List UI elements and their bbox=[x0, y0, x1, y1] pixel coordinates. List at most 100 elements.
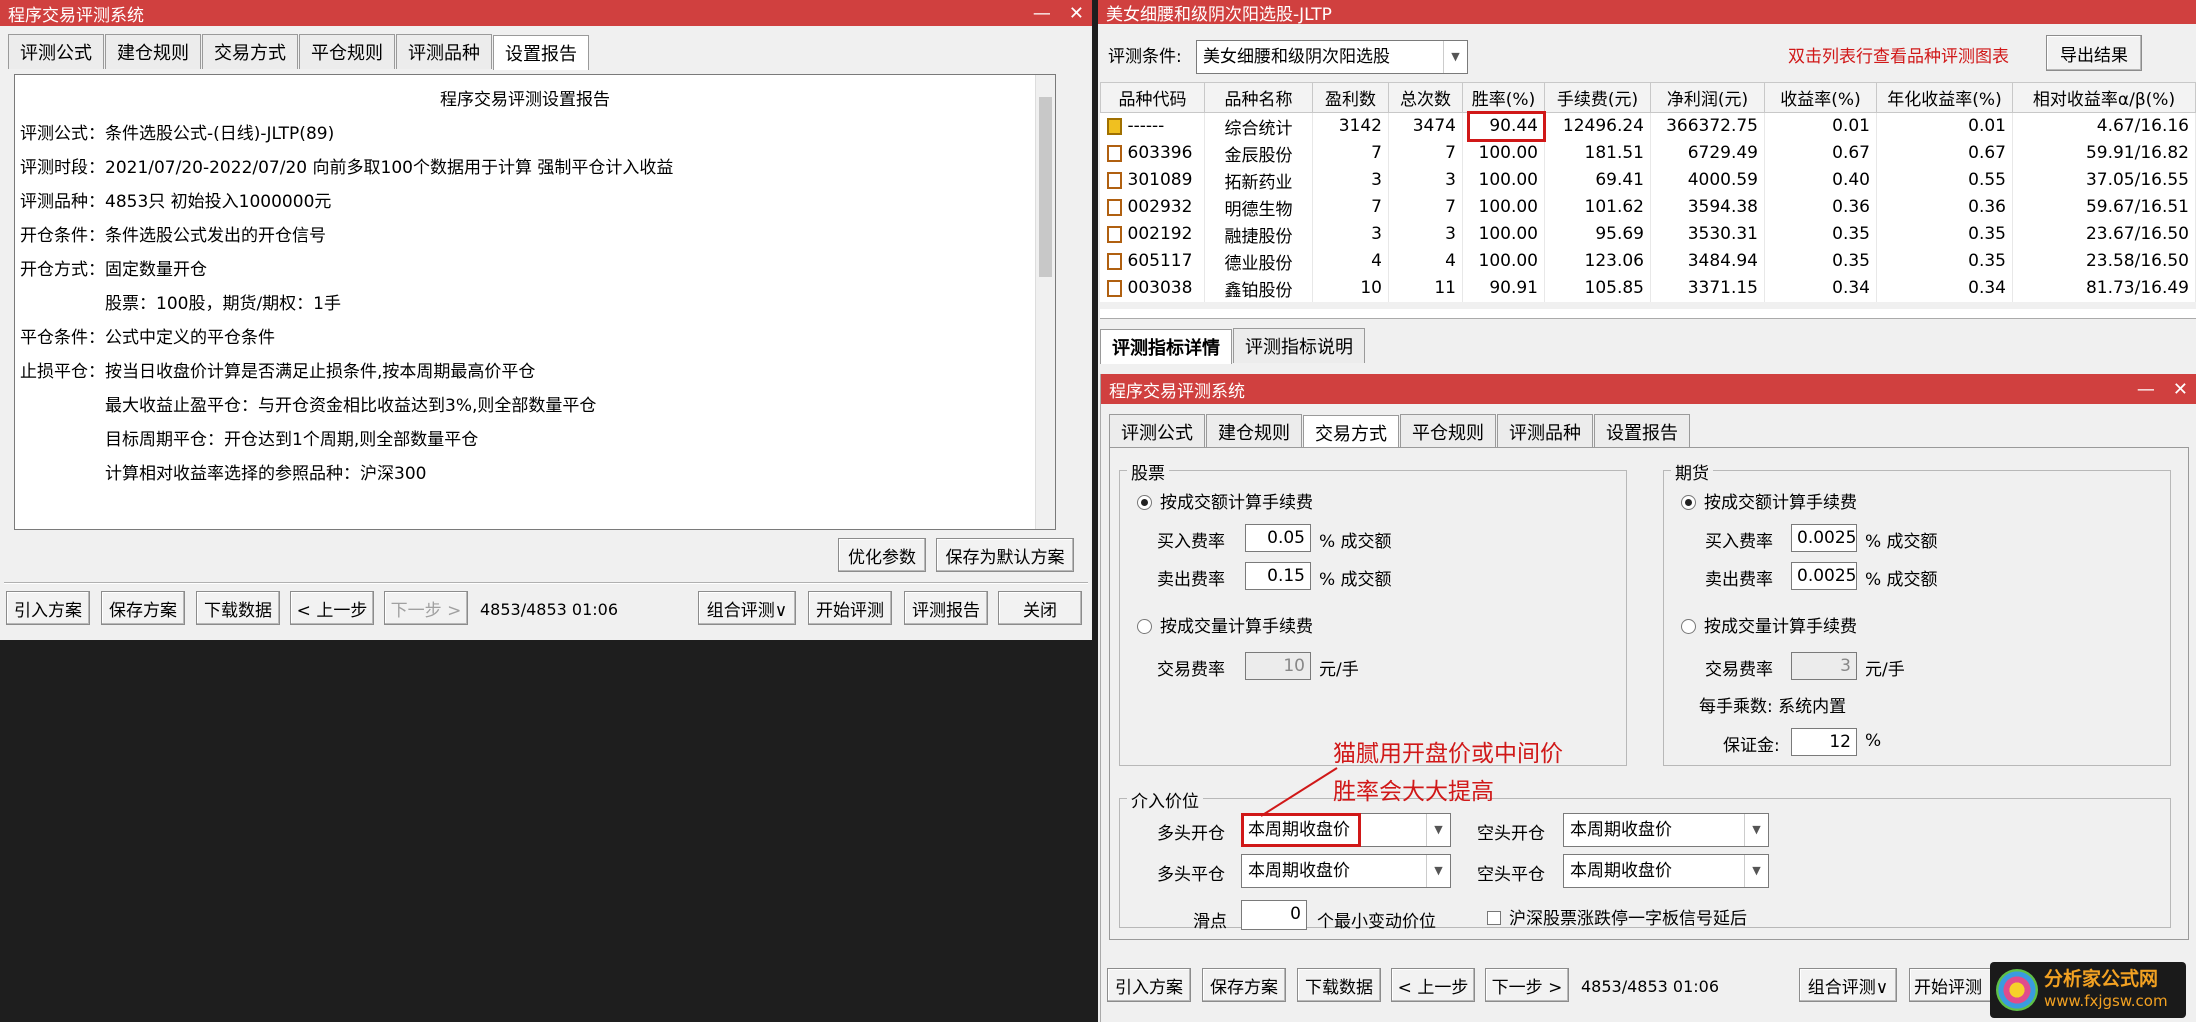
combo-eval-button[interactable]: 组合评测∨ bbox=[1799, 968, 1897, 1002]
prev-step-button[interactable]: < 上一步 bbox=[290, 591, 374, 625]
report-scrollbar[interactable] bbox=[1035, 75, 1055, 529]
col-return[interactable]: 收益率(%) bbox=[1764, 82, 1877, 113]
tab-formula[interactable]: 评测公式 bbox=[8, 34, 104, 69]
optimize-params-button[interactable]: 优化参数 bbox=[838, 538, 926, 572]
checkbox-icon[interactable] bbox=[1487, 911, 1501, 925]
col-fee[interactable]: 手续费(元) bbox=[1544, 82, 1651, 113]
start-eval-button[interactable]: 开始评测 bbox=[1909, 968, 1993, 1002]
save-plan-button[interactable]: 保存方案 bbox=[101, 591, 185, 625]
futures-sell-rate-input[interactable]: 0.0025 bbox=[1791, 562, 1857, 590]
long-close-select[interactable]: 本周期收盘价 ▼ bbox=[1241, 854, 1451, 888]
save-default-button[interactable]: 保存为默认方案 bbox=[936, 538, 1074, 572]
download-data-button[interactable]: 下载数据 bbox=[1297, 968, 1381, 1002]
radio-checked-icon[interactable] bbox=[1681, 495, 1696, 510]
combo-eval-button[interactable]: 组合评测∨ bbox=[698, 591, 796, 625]
cell-wins: 4 bbox=[1312, 247, 1389, 275]
tab-formula[interactable]: 评测公式 bbox=[1109, 414, 1205, 449]
col-code[interactable]: 品种代码 bbox=[1100, 82, 1205, 113]
import-plan-button[interactable]: 引入方案 bbox=[6, 591, 90, 625]
stock-by-volume-radio[interactable]: 按成交量计算手续费 bbox=[1137, 612, 1313, 637]
futures-buy-rate-input[interactable]: 0.0025 bbox=[1791, 524, 1857, 552]
tab-instruments[interactable]: 评测品种 bbox=[396, 34, 492, 69]
col-name[interactable]: 品种名称 bbox=[1204, 82, 1313, 113]
annotation-box bbox=[1467, 111, 1546, 142]
col-total[interactable]: 总次数 bbox=[1388, 82, 1463, 113]
tab-metric-help[interactable]: 评测指标说明 bbox=[1233, 328, 1365, 363]
short-close-select[interactable]: 本周期收盘价 ▼ bbox=[1563, 854, 1769, 888]
stock-fee-rate-unit: 元/手 bbox=[1319, 660, 1359, 680]
download-data-button[interactable]: 下载数据 bbox=[196, 591, 280, 625]
prev-step-button[interactable]: < 上一步 bbox=[1391, 968, 1475, 1002]
futures-sell-rate-unit: % 成交额 bbox=[1865, 570, 1938, 590]
minimize-icon[interactable]: — bbox=[2137, 379, 2155, 400]
stock-by-amount-radio[interactable]: 按成交额计算手续费 bbox=[1137, 488, 1313, 513]
report-line: 评测公式：条件选股公式-(日线)-JLTP(89) bbox=[20, 124, 335, 144]
save-plan-button[interactable]: 保存方案 bbox=[1202, 968, 1286, 1002]
close-button[interactable]: 关闭 bbox=[998, 591, 1082, 625]
close-icon[interactable]: ✕ bbox=[1069, 3, 1084, 24]
table-row[interactable]: 003038 鑫铂股份 10 11 90.91 105.85 3371.15 0… bbox=[1100, 274, 2196, 302]
chevron-down-icon[interactable]: ▼ bbox=[1426, 814, 1450, 846]
radio-unchecked-icon[interactable] bbox=[1681, 619, 1696, 634]
stock-icon bbox=[1106, 198, 1122, 216]
cell-fee: 12496.24 bbox=[1544, 112, 1651, 140]
slippage-input[interactable]: 0 bbox=[1241, 900, 1307, 930]
col-relative-return[interactable]: 相对收益率α/β(%) bbox=[2012, 82, 2196, 113]
tab-close-rule[interactable]: 平仓规则 bbox=[1400, 414, 1496, 449]
limit-delay-checkbox[interactable]: 沪深股票涨跌停一字板信号延后 bbox=[1487, 904, 1747, 929]
cell-code: 605117 bbox=[1127, 251, 1193, 271]
table-row[interactable]: 605117 德业股份 4 4 100.00 123.06 3484.94 0.… bbox=[1100, 247, 2196, 275]
radio-checked-icon[interactable] bbox=[1137, 495, 1152, 510]
stock-sell-rate-input[interactable]: 0.15 bbox=[1245, 562, 1311, 590]
tab-metric-details[interactable]: 评测指标详情 bbox=[1100, 329, 1232, 364]
next-step-button[interactable]: 下一步 > bbox=[1485, 968, 1569, 1002]
cell-relative: 59.67/16.51 bbox=[2012, 193, 2196, 221]
cell-annual: 0.34 bbox=[1876, 274, 2013, 302]
chevron-down-icon[interactable]: ▼ bbox=[1744, 855, 1768, 887]
cell-code: 002932 bbox=[1127, 197, 1193, 217]
stock-buy-rate-input[interactable]: 0.05 bbox=[1245, 524, 1311, 552]
futures-margin-input[interactable]: 12 bbox=[1791, 728, 1857, 756]
cell-winrate: 100.00 bbox=[1462, 193, 1545, 221]
chevron-down-icon[interactable]: ▼ bbox=[1744, 814, 1768, 846]
col-annual-return[interactable]: 年化收益率(%) bbox=[1876, 82, 2013, 113]
inner-window-title: 程序交易评测系统 bbox=[1109, 381, 1245, 402]
export-results-button[interactable]: 导出结果 bbox=[2046, 35, 2142, 71]
minimize-icon[interactable]: — bbox=[1033, 3, 1051, 24]
cell-name: 鑫铂股份 bbox=[1204, 274, 1313, 302]
cell-annual: 0.35 bbox=[1876, 247, 2013, 275]
futures-by-amount-radio[interactable]: 按成交额计算手续费 bbox=[1681, 488, 1857, 513]
col-winrate[interactable]: 胜率(%) bbox=[1462, 82, 1545, 113]
col-wins[interactable]: 盈利数 bbox=[1312, 82, 1389, 113]
close-icon[interactable]: ✕ bbox=[2173, 379, 2188, 400]
tab-open-rule[interactable]: 建仓规则 bbox=[1206, 414, 1302, 449]
short-open-select[interactable]: 本周期收盘价 ▼ bbox=[1563, 813, 1769, 847]
table-row[interactable]: 603396 金辰股份 7 7 100.00 181.51 6729.49 0.… bbox=[1100, 139, 2196, 167]
tab-settings-report[interactable]: 设置报告 bbox=[1594, 414, 1690, 449]
tab-trade-mode[interactable]: 交易方式 bbox=[1303, 415, 1399, 450]
cell-total: 7 bbox=[1388, 193, 1463, 221]
col-net-profit[interactable]: 净利润(元) bbox=[1650, 82, 1765, 113]
futures-margin-label: 保证金: bbox=[1723, 736, 1780, 756]
stock-group-title: 股票 bbox=[1127, 459, 1169, 484]
table-row[interactable]: ------ 综合统计 3142 3474 90.44 12496.24 366… bbox=[1100, 111, 2196, 142]
tab-settings-report[interactable]: 设置报告 bbox=[493, 35, 589, 70]
import-plan-button[interactable]: 引入方案 bbox=[1107, 968, 1191, 1002]
table-row[interactable]: 002192 融捷股份 3 3 100.00 95.69 3530.31 0.3… bbox=[1100, 220, 2196, 248]
chevron-down-icon[interactable]: ▼ bbox=[1443, 41, 1467, 73]
tab-close-rule[interactable]: 平仓规则 bbox=[299, 34, 395, 69]
cell-name: 综合统计 bbox=[1204, 112, 1313, 140]
radio-unchecked-icon[interactable] bbox=[1137, 619, 1152, 634]
cell-profit: 3594.38 bbox=[1650, 193, 1765, 221]
futures-by-volume-radio[interactable]: 按成交量计算手续费 bbox=[1681, 612, 1857, 637]
eval-report-button[interactable]: 评测报告 bbox=[904, 591, 988, 625]
tab-open-rule[interactable]: 建仓规则 bbox=[105, 34, 201, 69]
start-eval-button[interactable]: 开始评测 bbox=[808, 591, 892, 625]
tab-instruments[interactable]: 评测品种 bbox=[1497, 414, 1593, 449]
table-row[interactable]: 301089 拓新药业 3 3 100.00 69.41 4000.59 0.4… bbox=[1100, 166, 2196, 194]
scrollbar-thumb[interactable] bbox=[1039, 97, 1052, 277]
cond-select[interactable]: 美女细腰和级阴次阳选股 ▼ bbox=[1196, 40, 1468, 74]
tab-trade-mode[interactable]: 交易方式 bbox=[202, 34, 298, 69]
chevron-down-icon[interactable]: ▼ bbox=[1426, 855, 1450, 887]
table-row[interactable]: 002932 明德生物 7 7 100.00 101.62 3594.38 0.… bbox=[1100, 193, 2196, 221]
